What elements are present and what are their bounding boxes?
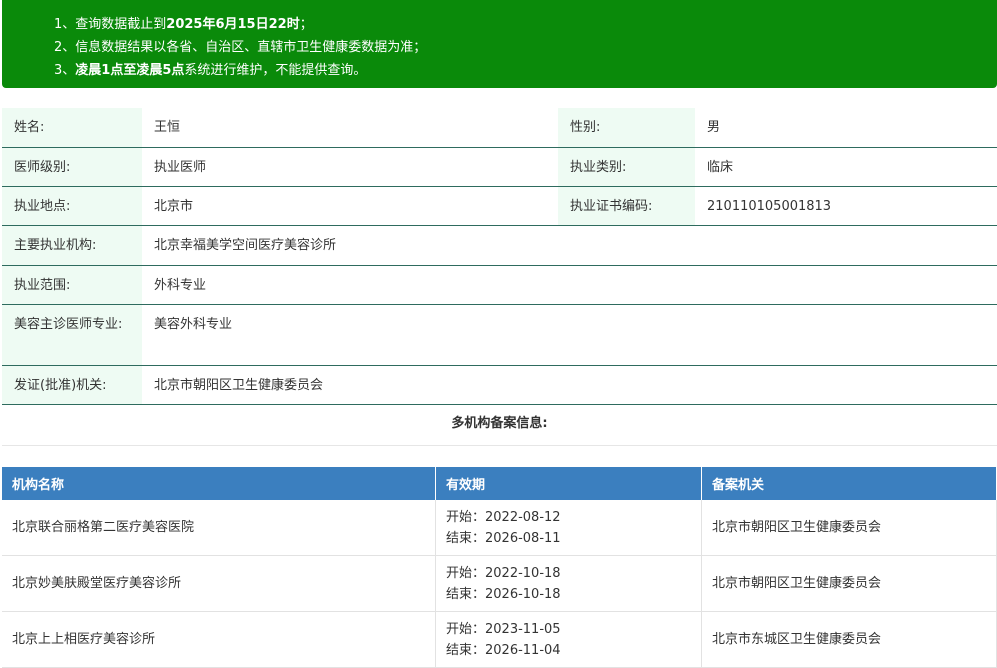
filing-authority: 北京市朝阳区卫生健康委员会 <box>701 555 997 612</box>
notice-line-2: 2、信息数据结果以各省、自治区、直辖市卫生健康委数据为准； <box>54 40 427 55</box>
validity-period: 开始：2022-10-18 结束：2026-10-18 <box>435 555 702 612</box>
gender-label: 性别: <box>558 108 695 147</box>
institution-label: 主要执业机构: <box>2 226 142 265</box>
table-row: 北京上上相医疗美容诊所 开始：2023-11-05 结束：2026-11-04 北… <box>2 611 997 668</box>
scope-value: 外科专业 <box>154 278 207 293</box>
start-date: 开始：2023-11-05 <box>446 621 561 637</box>
info-row: 姓名: 王恒 性别: 男 <box>2 108 997 148</box>
end-date: 结束：2026-10-18 <box>446 586 561 602</box>
validity-period: 开始：2023-11-05 结束：2026-11-04 <box>435 611 702 668</box>
info-row: 主要执业机构: 北京幸福美学空间医疗美容诊所 <box>2 226 997 266</box>
name-value: 王恒 <box>154 120 181 135</box>
notice-line-3: 3、凌晨1点至凌晨5点系统进行维护，不能提供查询。 <box>54 63 367 78</box>
institution-name: 北京联合丽格第二医疗美容医院 <box>2 500 436 556</box>
validity-period: 开始：2022-08-12 结束：2026-08-11 <box>435 500 702 556</box>
level-label: 医师级别: <box>2 148 142 186</box>
gender-value: 男 <box>707 120 721 135</box>
multi-institution-title: 多机构备案信息: <box>2 405 997 446</box>
filing-authority: 北京市东城区卫生健康委员会 <box>701 611 997 668</box>
column-header-authority: 备案机关 <box>701 467 997 500</box>
table-row: 北京妙美肤殿堂医疗美容诊所 开始：2022-10-18 结束：2026-10-18… <box>2 555 997 612</box>
end-date: 结束：2026-08-11 <box>446 530 561 546</box>
scope-label: 执业范围: <box>2 266 142 304</box>
category-label: 执业类别: <box>558 148 695 186</box>
notice-banner: 1、查询数据截止到2025年6月15日22时； 2、信息数据结果以各省、自治区、… <box>2 0 997 88</box>
institution-name: 北京上上相医疗美容诊所 <box>2 611 436 668</box>
end-date: 结束：2026-11-04 <box>446 642 561 658</box>
location-label: 执业地点: <box>2 187 142 225</box>
level-value: 执业医师 <box>154 160 207 175</box>
issuer-value: 北京市朝阳区卫生健康委员会 <box>154 378 324 393</box>
institution-name: 北京妙美肤殿堂医疗美容诊所 <box>2 555 436 612</box>
filing-authority: 北京市朝阳区卫生健康委员会 <box>701 500 997 556</box>
institution-table: 机构名称 有效期 备案机关 北京联合丽格第二医疗美容医院 开始：2022-08-… <box>2 467 997 668</box>
info-row: 执业地点: 北京市 执业证书编码: 210110105001813 <box>2 187 997 226</box>
info-row: 执业范围: 外科专业 <box>2 266 997 305</box>
column-header-name: 机构名称 <box>2 467 436 500</box>
info-row: 发证(批准)机关: 北京市朝阳区卫生健康委员会 <box>2 366 997 405</box>
category-value: 临床 <box>707 160 734 175</box>
notice-line-1: 1、查询数据截止到2025年6月15日22时； <box>54 17 313 32</box>
table-header-row: 机构名称 有效期 备案机关 <box>2 467 997 500</box>
info-row: 美容主诊医师专业: 美容外科专业 <box>2 305 997 366</box>
column-header-validity: 有效期 <box>435 467 702 500</box>
start-date: 开始：2022-10-18 <box>446 565 561 581</box>
cert-label: 执业证书编码: <box>558 187 695 225</box>
specialty-value: 美容外科专业 <box>154 317 233 332</box>
start-date: 开始：2022-08-12 <box>446 509 561 525</box>
specialty-label: 美容主诊医师专业: <box>2 305 142 365</box>
table-row: 北京联合丽格第二医疗美容医院 开始：2022-08-12 结束：2026-08-1… <box>2 500 997 556</box>
location-value: 北京市 <box>154 199 194 214</box>
name-label: 姓名: <box>2 108 142 147</box>
cert-value: 210110105001813 <box>707 199 832 214</box>
issuer-label: 发证(批准)机关: <box>2 366 142 404</box>
institution-value: 北京幸福美学空间医疗美容诊所 <box>154 238 337 253</box>
doctor-info-table: 姓名: 王恒 性别: 男 医师级别: 执业医师 执业类别: 临床 执业地点: 北… <box>2 108 997 405</box>
info-row: 医师级别: 执业医师 执业类别: 临床 <box>2 148 997 187</box>
